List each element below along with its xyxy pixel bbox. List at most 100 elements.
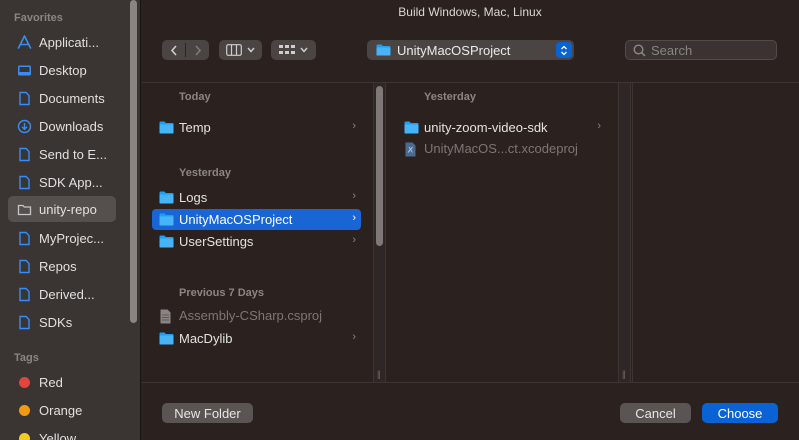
folder-icon	[17, 202, 32, 217]
sidebar-item-label: unity-repo	[39, 201, 97, 217]
xcode-project-icon	[404, 142, 419, 157]
chevron-right-icon: ›	[352, 120, 356, 132]
cancel-button[interactable]: Cancel	[620, 403, 691, 423]
document-icon	[17, 91, 32, 106]
sidebar-item-send-to[interactable]: Send to E...	[8, 141, 116, 167]
sidebar-item-label: SDK App...	[39, 174, 103, 190]
list-item-xcodeproj: UnityMacOS...ct.xcodeproj	[397, 138, 606, 159]
location-popup[interactable]: UnityMacOSProject	[367, 40, 574, 60]
item-label: MacDylib	[179, 331, 233, 346]
tag-yellow[interactable]: Yellow	[8, 425, 116, 440]
tag-red[interactable]: Red	[8, 369, 116, 395]
sidebar: Favorites Applicati... Desktop Documents…	[0, 0, 141, 440]
search-icon	[633, 43, 646, 57]
forward-button[interactable]	[186, 40, 209, 60]
sidebar-item-downloads[interactable]: Downloads	[8, 113, 116, 139]
column-browser: Today Temp › Yesterday Logs › UnityMacOS…	[142, 82, 799, 383]
document-file-icon	[159, 309, 174, 324]
item-label: Temp	[179, 120, 211, 135]
location-stepper[interactable]	[556, 42, 572, 58]
chevron-right-icon: ›	[597, 120, 601, 132]
sidebar-item-label: Downloads	[39, 118, 104, 134]
item-label: unity-zoom-video-sdk	[424, 120, 548, 135]
folder-icon	[159, 332, 174, 345]
chevron-left-icon	[170, 44, 177, 56]
folder-icon	[404, 121, 419, 134]
sidebar-item-label: Desktop	[39, 62, 87, 78]
list-item-unitymacosproject[interactable]: UnityMacOSProject ›	[152, 209, 361, 230]
yesterday-header: Yesterday	[179, 167, 231, 179]
new-folder-button[interactable]: New Folder	[162, 403, 253, 423]
downloads-icon	[17, 119, 32, 134]
sidebar-item-unity-repo[interactable]: unity-repo	[8, 196, 116, 222]
sidebar-item-sdk-app[interactable]: SDK App...	[8, 169, 116, 195]
sidebar-item-myproject[interactable]: MyProjec...	[8, 225, 116, 251]
folder-icon	[159, 213, 174, 226]
tag-label: Red	[39, 374, 63, 390]
list-item-macdylib[interactable]: MacDylib ›	[152, 328, 361, 349]
list-item-usersettings[interactable]: UserSettings ›	[152, 231, 361, 252]
sidebar-item-repos[interactable]: Repos	[8, 253, 116, 279]
item-label: Logs	[179, 190, 208, 205]
column-1-scrollbar[interactable]	[376, 86, 383, 246]
list-item-temp[interactable]: Temp ›	[152, 117, 361, 138]
chevron-right-icon: ›	[352, 212, 356, 224]
sidebar-item-sdks[interactable]: SDKs	[8, 309, 116, 335]
back-forward-group	[162, 40, 209, 60]
folder-icon	[159, 191, 174, 204]
item-label: UnityMacOSProject	[179, 212, 293, 227]
back-button[interactable]	[162, 40, 185, 60]
tags-header: Tags	[14, 352, 39, 364]
sidebar-item-label: Send to E...	[39, 146, 107, 162]
sidebar-item-desktop[interactable]: Desktop	[8, 57, 116, 83]
search-input[interactable]	[651, 42, 771, 58]
dialog-footer: New Folder Cancel Choose	[142, 382, 799, 440]
chevron-right-icon	[194, 44, 201, 56]
sidebar-item-label: Applicati...	[39, 34, 99, 50]
desktop-icon	[17, 63, 32, 78]
list-item-unity-zoom-video-sdk[interactable]: unity-zoom-video-sdk ›	[397, 117, 606, 138]
document-icon	[17, 147, 32, 162]
chevron-down-icon	[247, 47, 255, 53]
sidebar-item-documents[interactable]: Documents	[8, 85, 116, 111]
document-icon	[17, 287, 32, 302]
folder-icon	[159, 121, 174, 134]
document-icon	[17, 315, 32, 330]
columns-view-icon	[226, 44, 242, 56]
sidebar-scrollbar[interactable]	[130, 0, 137, 323]
sidebar-item-derived[interactable]: Derived...	[8, 281, 116, 307]
today-header: Today	[179, 91, 211, 103]
chevron-right-icon: ›	[352, 190, 356, 202]
sidebar-item-label: Repos	[39, 258, 77, 274]
sidebar-item-applications[interactable]: Applicati...	[8, 29, 116, 55]
item-label: Assembly-CSharp.csproj	[179, 308, 323, 323]
sidebar-item-label: MyProjec...	[39, 230, 105, 246]
red-tag-dot-icon	[19, 376, 30, 388]
column-resize-handle[interactable]: ||	[618, 83, 631, 383]
chevron-down-icon	[300, 47, 308, 53]
group-by-button[interactable]	[271, 40, 316, 60]
chevron-right-icon: ›	[352, 331, 356, 343]
grid-group-icon	[279, 44, 295, 54]
applications-icon	[17, 34, 32, 50]
sidebar-item-label: SDKs	[39, 314, 73, 330]
location-label: UnityMacOSProject	[397, 42, 511, 58]
view-mode-button[interactable]	[219, 40, 262, 60]
tag-label: Yellow	[39, 430, 77, 440]
list-item-assembly-csharp: Assembly-CSharp.csproj	[152, 305, 361, 326]
preview-pane	[632, 83, 799, 383]
favorites-header: Favorites	[14, 12, 63, 24]
search-field[interactable]	[625, 40, 777, 60]
choose-button[interactable]: Choose	[702, 403, 778, 423]
folder-icon	[376, 44, 391, 56]
yellow-tag-dot-icon	[19, 432, 30, 440]
tag-orange[interactable]: Orange	[8, 397, 116, 423]
column-2: Yesterday unity-zoom-video-sdk › UnityMa…	[387, 83, 618, 383]
sidebar-item-label: Derived...	[39, 286, 95, 302]
yesterday-header: Yesterday	[424, 91, 476, 103]
chevron-right-icon: ›	[352, 234, 356, 246]
folder-icon	[159, 235, 174, 248]
dialog-title: Build Windows, Mac, Linux	[398, 5, 542, 19]
item-label: UnityMacOS...ct.xcodeproj	[424, 141, 578, 156]
list-item-logs[interactable]: Logs ›	[152, 187, 361, 208]
